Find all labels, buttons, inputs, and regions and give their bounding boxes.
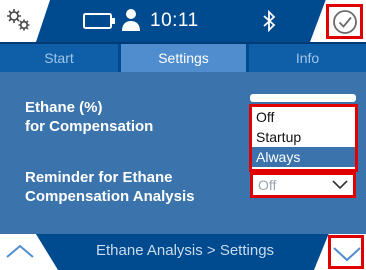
user-icon <box>122 9 140 31</box>
tab-start[interactable]: Start <box>0 44 118 72</box>
reminder-label-line2: Compensation Analysis <box>25 188 195 205</box>
chevron-down-icon <box>333 247 361 262</box>
chevron-up-icon <box>6 244 34 258</box>
option-off[interactable]: Off <box>252 107 355 127</box>
tab-settings[interactable]: Settings <box>121 44 246 72</box>
tab-bar: Start Settings Info <box>0 44 366 72</box>
battery-icon <box>83 13 115 29</box>
reminder-label-line1: Reminder for Ethane <box>25 169 173 186</box>
option-always[interactable]: Always <box>252 147 355 167</box>
bottom-bar: Ethane Analysis > Settings <box>0 234 366 270</box>
ethane-label-line1: Ethane (%) <box>25 99 103 116</box>
ethane-label: Ethane (%) for Compensation <box>25 98 153 136</box>
ethane-label-line2: for Compensation <box>25 118 154 135</box>
gears-icon <box>7 9 30 31</box>
reminder-dropdown-list: Off Startup Always <box>249 104 358 172</box>
status-bar: 10:11 <box>0 0 366 42</box>
option-startup[interactable]: Startup <box>252 127 355 147</box>
settings-gears-button[interactable] <box>0 0 50 42</box>
check-circle-icon <box>333 10 357 34</box>
scroll-down-button[interactable] <box>328 235 364 269</box>
tab-info[interactable]: Info <box>249 44 366 72</box>
reminder-select-value: Off <box>258 177 277 193</box>
scroll-up-button[interactable] <box>0 234 58 270</box>
ethane-value-field[interactable] <box>250 94 356 102</box>
clock-time: 10:11 <box>150 10 199 31</box>
bluetooth-icon <box>263 10 276 32</box>
reminder-label: Reminder for Ethane Compensation Analysi… <box>25 168 194 206</box>
chevron-down-icon <box>332 180 348 190</box>
device-screen: 10:11 Start Settings Info Ethane (%) for… <box>0 0 366 270</box>
breadcrumb: Ethane Analysis > Settings <box>96 242 275 259</box>
reminder-select[interactable]: Off <box>250 172 356 198</box>
confirm-button[interactable] <box>326 4 363 39</box>
